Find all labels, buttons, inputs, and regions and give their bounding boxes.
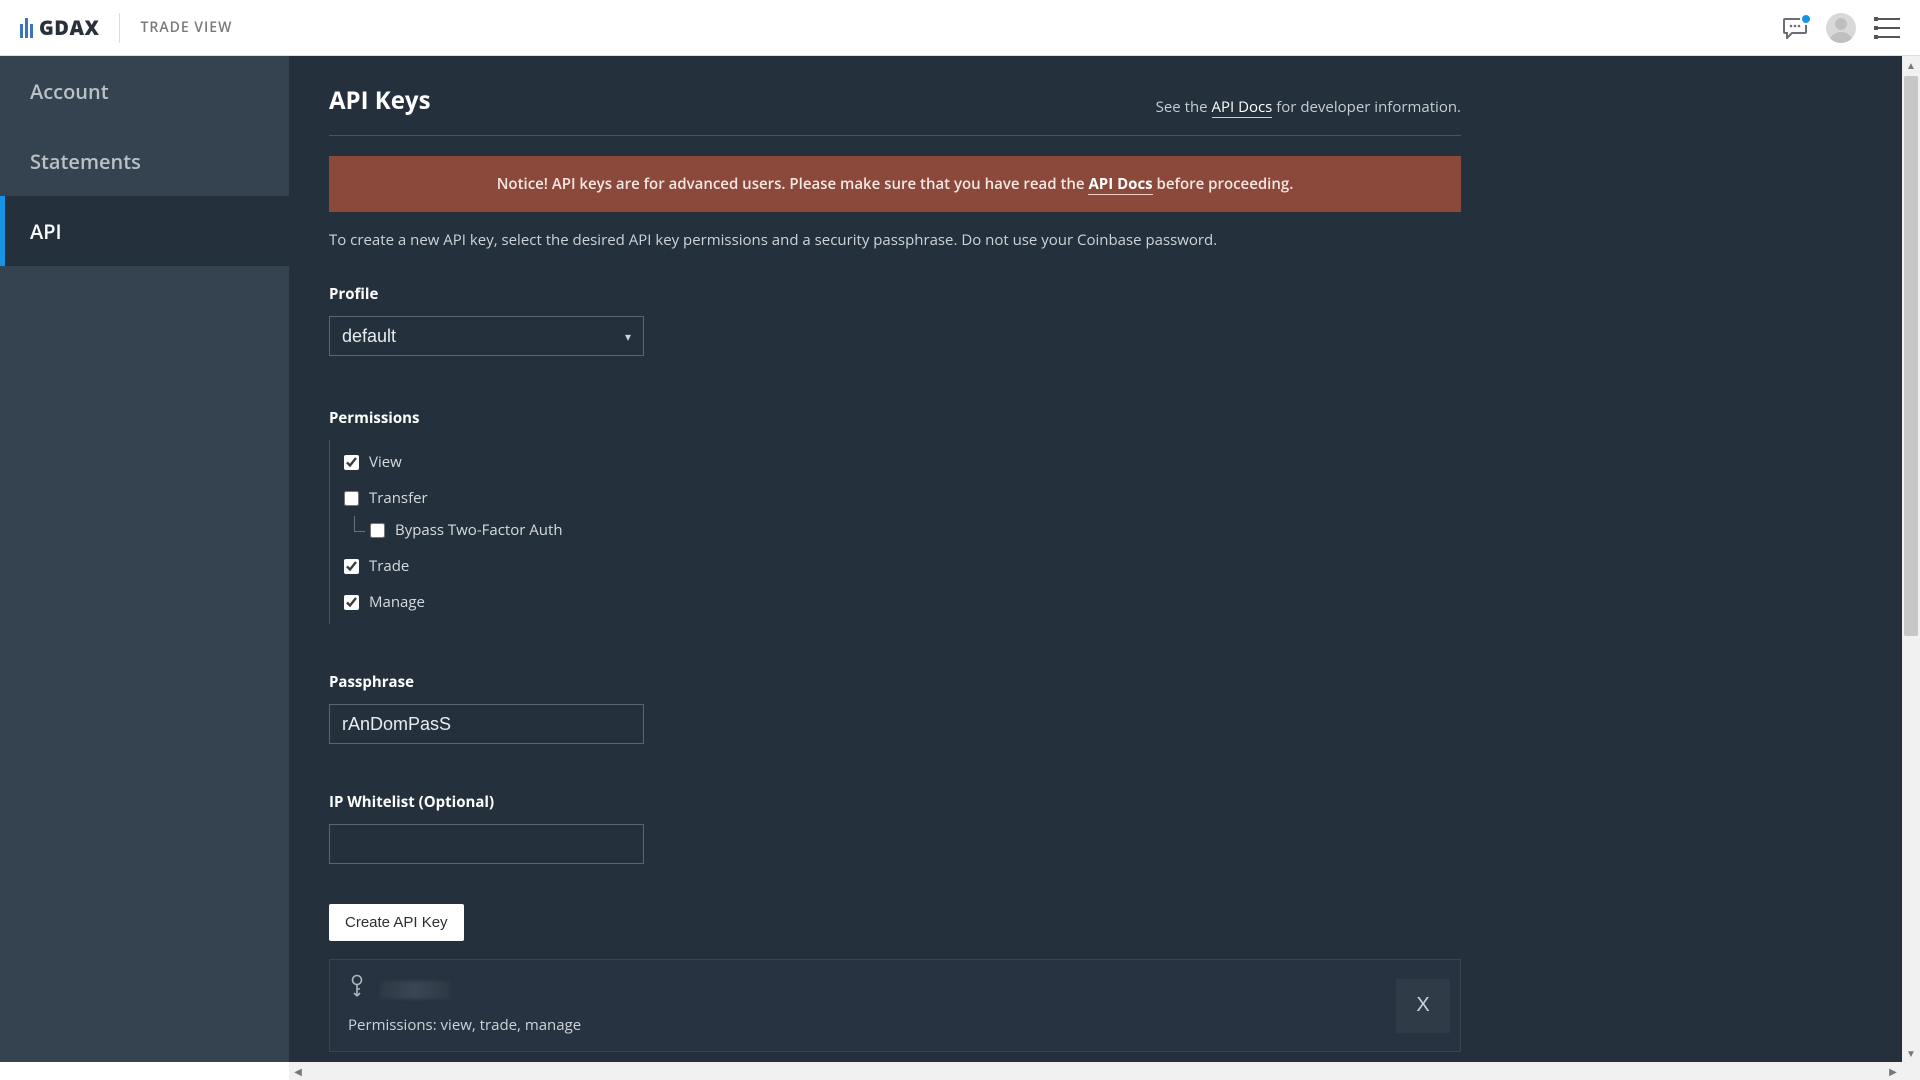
main-content: API Keys See the API Docs for developer … [289, 56, 1902, 1062]
ip-whitelist-label: IP Whitelist (Optional) [329, 792, 1862, 812]
brand-logo[interactable]: GDAX [20, 14, 99, 41]
page-title: API Keys [329, 84, 431, 117]
profile-label: Profile [329, 284, 1862, 304]
brand-name: GDAX [39, 14, 99, 41]
permission-trade[interactable]: Trade [344, 548, 1862, 584]
create-api-key-button[interactable]: Create API Key [329, 904, 464, 941]
sidebar-item-account[interactable]: Account [0, 56, 289, 126]
app-body: Account Statements API API Keys See the … [0, 56, 1902, 1062]
sidebar-item-label: Account [30, 78, 109, 105]
permission-bypass-checkbox[interactable] [370, 523, 385, 538]
api-key-top [348, 974, 1442, 1005]
notice-api-docs-link[interactable]: API Docs [1088, 174, 1152, 195]
permission-bypass[interactable]: Bypass Two-Factor Auth [370, 516, 1862, 548]
permission-manage-checkbox[interactable] [344, 595, 359, 610]
passphrase-section: Passphrase [329, 672, 1862, 744]
create-section: Create API Key [329, 904, 1862, 941]
scroll-right-arrow-icon[interactable]: ▶ [1884, 1062, 1902, 1080]
permission-bypass-label: Bypass Two-Factor Auth [395, 520, 563, 540]
trade-view-link[interactable]: TRADE VIEW [140, 18, 232, 37]
permissions-list: View Transfer Bypass Two-Factor Auth Tra… [329, 440, 1862, 624]
api-key-permissions: Permissions: view, trade, manage [348, 1015, 1442, 1035]
permission-trade-label: Trade [369, 556, 409, 576]
profile-select[interactable]: default [329, 316, 644, 356]
permissions-label: Permissions [329, 408, 1862, 428]
permission-transfer[interactable]: Transfer [344, 480, 1862, 516]
permission-manage[interactable]: Manage [344, 584, 1862, 620]
docs-hint-prefix: See the [1156, 97, 1212, 117]
permission-transfer-checkbox[interactable] [344, 491, 359, 506]
sidebar-item-label: Statements [30, 148, 141, 175]
permission-manage-label: Manage [369, 592, 425, 612]
scroll-down-arrow-icon[interactable]: ▼ [1902, 1044, 1920, 1062]
profile-section: Profile default [329, 284, 1862, 356]
intro-text: To create a new API key, select the desi… [329, 230, 1461, 250]
notification-dot-icon [1800, 13, 1812, 25]
permission-view-label: View [369, 452, 402, 472]
permission-view-checkbox[interactable] [344, 455, 359, 470]
passphrase-input[interactable] [329, 704, 644, 744]
sidebar-item-statements[interactable]: Statements [0, 126, 289, 196]
avatar-icon[interactable] [1826, 13, 1856, 43]
sidebar: Account Statements API [0, 56, 289, 1062]
scroll-left-arrow-icon[interactable]: ◀ [289, 1062, 307, 1080]
ip-whitelist-input[interactable] [329, 824, 644, 864]
horizontal-scrollbar[interactable]: ◀ ▶ [289, 1062, 1902, 1080]
menu-icon[interactable] [1874, 18, 1900, 38]
permissions-section: Permissions View Transfer Bypass Two-Fac… [329, 408, 1862, 624]
key-icon [348, 974, 366, 1005]
topbar-right [1782, 13, 1900, 43]
ip-whitelist-section: IP Whitelist (Optional) [329, 792, 1862, 864]
vertical-scrollbar[interactable]: ▲ ▼ [1902, 56, 1920, 1062]
delete-api-key-button[interactable]: X [1396, 979, 1450, 1033]
notice-suffix: before proceeding. [1153, 174, 1294, 194]
docs-hint-suffix: for developer information. [1272, 97, 1461, 117]
api-docs-link[interactable]: API Docs [1212, 97, 1273, 118]
sidebar-item-api[interactable]: API [0, 196, 289, 266]
divider [119, 13, 120, 43]
notice-banner: Notice! API keys are for advanced users.… [329, 156, 1461, 212]
permission-trade-checkbox[interactable] [344, 559, 359, 574]
api-key-value-redacted [380, 981, 450, 999]
page-header: API Keys See the API Docs for developer … [329, 56, 1461, 136]
scroll-corner [1902, 1062, 1920, 1080]
scroll-thumb[interactable] [1904, 76, 1918, 636]
permission-transfer-label: Transfer [369, 488, 428, 508]
topbar: GDAX TRADE VIEW [0, 0, 1920, 56]
scroll-track[interactable] [307, 1062, 1884, 1080]
notice-prefix: Notice! API keys are for advanced users.… [497, 174, 1089, 194]
logo-bars-icon [20, 18, 33, 38]
sidebar-item-label: API [30, 218, 62, 245]
chat-icon[interactable] [1782, 17, 1808, 39]
permission-view[interactable]: View [344, 444, 1862, 480]
api-key-card: Permissions: view, trade, manage X [329, 959, 1461, 1052]
docs-hint: See the API Docs for developer informati… [1156, 97, 1461, 117]
passphrase-label: Passphrase [329, 672, 1862, 692]
scroll-up-arrow-icon[interactable]: ▲ [1902, 56, 1920, 74]
permission-bypass-wrap: Bypass Two-Factor Auth [354, 516, 1862, 548]
